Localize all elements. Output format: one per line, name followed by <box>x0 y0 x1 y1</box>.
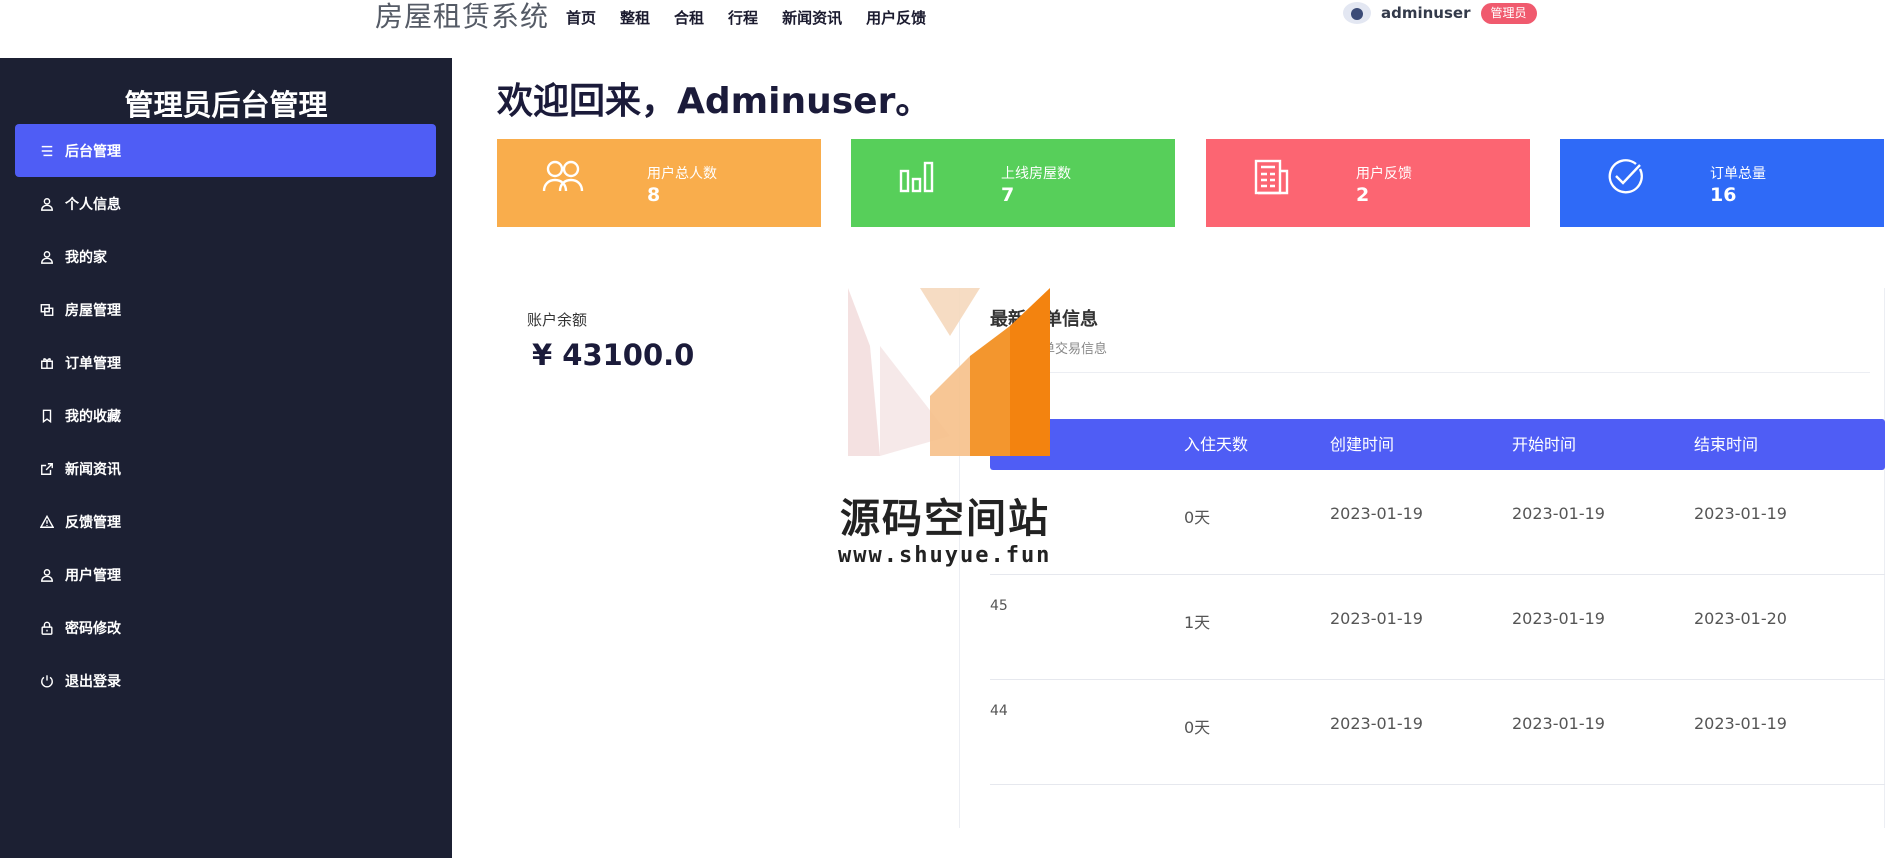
gift-icon <box>39 355 55 371</box>
nav-link-whole-rent[interactable]: 整租 <box>620 8 650 28</box>
sidebar-item-label: 我的家 <box>65 249 107 266</box>
nav-link-home[interactable]: 首页 <box>566 8 596 28</box>
sidebar: 管理员后台管理 后台管理 个人信息 我的家 房屋管理 订单管理 我的收藏 新闻资… <box>0 58 452 858</box>
lock-icon <box>39 620 55 636</box>
orders-table-header: 入住天数 创建时间 开始时间 结束时间 <box>990 419 1885 470</box>
order-created: 2023-01-19 <box>1330 609 1423 628</box>
order-created: 2023-01-19 <box>1330 504 1423 523</box>
order-days: 0天 <box>1184 508 1211 527</box>
sidebar-item-dashboard[interactable]: 后台管理 <box>15 124 436 177</box>
sidebar-item-favorites[interactable]: 我的收藏 <box>15 389 436 442</box>
sidebar-item-label: 退出登录 <box>65 673 121 690</box>
warning-icon <box>39 514 55 530</box>
order-end: 2023-01-19 <box>1694 504 1787 523</box>
sidebar-item-order-management[interactable]: 订单管理 <box>15 336 436 389</box>
site-brand[interactable]: 房屋租赁系统 <box>375 0 549 34</box>
sidebar-item-label: 订单管理 <box>65 355 121 372</box>
table-row[interactable]: 0天 2023-01-19 2023-01-19 2023-01-19 <box>990 470 1885 575</box>
user-menu[interactable]: adminuser 管理员 <box>1343 2 1537 24</box>
username[interactable]: adminuser <box>1381 4 1471 22</box>
order-start: 2023-01-19 <box>1512 609 1605 628</box>
sidebar-menu: 后台管理 个人信息 我的家 房屋管理 订单管理 我的收藏 新闻资讯 反馈管理 用… <box>15 124 436 707</box>
balance-value: ¥ 43100.0 <box>532 338 695 372</box>
order-start: 2023-01-19 <box>1512 504 1605 523</box>
user-icon <box>39 249 55 265</box>
sidebar-item-my-home[interactable]: 我的家 <box>15 230 436 283</box>
sidebar-title: 管理员后台管理 <box>124 88 328 122</box>
stat-value: 7 <box>1001 184 1015 206</box>
column-header-start: 开始时间 <box>1512 435 1577 454</box>
nav-link-news[interactable]: 新闻资讯 <box>782 8 842 28</box>
stat-card-total-users[interactable]: 用户总人数 8 <box>497 139 821 227</box>
latest-orders-panel: 最新订单信息 最新的订单交易信息 入住天数 创建时间 开始时间 结束时间 0天 … <box>959 288 1885 828</box>
nav-link-shared-rent[interactable]: 合租 <box>674 8 704 28</box>
order-id: 45 <box>990 598 1008 614</box>
check-circle-icon <box>1604 157 1648 197</box>
stat-label: 订单总量 <box>1710 166 1766 182</box>
sidebar-item-news[interactable]: 新闻资讯 <box>15 442 436 495</box>
sidebar-item-label: 用户管理 <box>65 567 121 584</box>
balance-label: 账户余额 <box>527 311 588 329</box>
stat-label: 上线房屋数 <box>1001 166 1071 182</box>
stat-value: 16 <box>1710 184 1737 206</box>
role-badge: 管理员 <box>1480 2 1537 24</box>
user-icon <box>39 196 55 212</box>
copy-icon <box>39 302 55 318</box>
stat-card-user-feedback[interactable]: 用户反馈 2 <box>1206 139 1530 227</box>
order-end: 2023-01-19 <box>1694 714 1787 733</box>
sidebar-item-label: 我的收藏 <box>65 408 121 425</box>
divider <box>990 372 1870 373</box>
newspaper-icon <box>1250 157 1294 197</box>
stat-value: 8 <box>647 184 661 206</box>
bar-chart-icon <box>895 157 939 197</box>
stat-value: 2 <box>1356 184 1370 206</box>
sidebar-item-label: 密码修改 <box>65 620 121 637</box>
external-link-icon <box>39 461 55 477</box>
nav-links: 首页 整租 合租 行程 新闻资讯 用户反馈 <box>566 8 950 28</box>
order-days: 0天 <box>1184 718 1211 737</box>
watermark-text: 源码空间站 <box>840 496 1050 542</box>
sidebar-item-label: 新闻资讯 <box>65 461 121 478</box>
sidebar-item-label: 个人信息 <box>65 196 121 213</box>
table-row[interactable]: 44 0天 2023-01-19 2023-01-19 2023-01-19 <box>990 680 1885 785</box>
bookmark-icon <box>39 408 55 424</box>
order-created: 2023-01-19 <box>1330 714 1423 733</box>
stat-card-online-houses[interactable]: 上线房屋数 7 <box>851 139 1175 227</box>
avatar[interactable] <box>1343 2 1371 24</box>
column-header-end: 结束时间 <box>1694 435 1759 454</box>
order-days: 1天 <box>1184 613 1211 632</box>
stat-card-total-orders[interactable]: 订单总量 16 <box>1560 139 1884 227</box>
top-navbar: 房屋租赁系统 首页 整租 合租 行程 新闻资讯 用户反馈 adminuser 管… <box>0 0 1899 58</box>
table-row[interactable]: 45 1天 2023-01-19 2023-01-19 2023-01-20 <box>990 575 1885 680</box>
sidebar-item-house-management[interactable]: 房屋管理 <box>15 283 436 336</box>
stat-label: 用户总人数 <box>647 166 717 182</box>
column-header-created: 创建时间 <box>1330 435 1395 454</box>
sidebar-item-logout[interactable]: 退出登录 <box>15 654 436 707</box>
welcome-heading: 欢迎回来，Adminuser。 <box>497 81 932 122</box>
order-id: 44 <box>990 703 1008 719</box>
stat-label: 用户反馈 <box>1356 166 1412 182</box>
order-start: 2023-01-19 <box>1512 714 1605 733</box>
users-icon <box>541 157 585 197</box>
sidebar-item-profile[interactable]: 个人信息 <box>15 177 436 230</box>
sidebar-item-label: 房屋管理 <box>65 302 121 319</box>
user-icon <box>39 567 55 583</box>
nav-link-itinerary[interactable]: 行程 <box>728 8 758 28</box>
nav-link-feedback[interactable]: 用户反馈 <box>866 8 926 28</box>
sidebar-item-feedback-management[interactable]: 反馈管理 <box>15 495 436 548</box>
power-icon <box>39 673 55 689</box>
watermark-url: www.shuyue.fun <box>838 543 1052 568</box>
sidebar-item-label: 后台管理 <box>65 143 121 160</box>
order-end: 2023-01-20 <box>1694 609 1787 628</box>
menu-lines-icon <box>39 143 55 159</box>
sidebar-item-user-management[interactable]: 用户管理 <box>15 548 436 601</box>
sidebar-item-label: 反馈管理 <box>65 514 121 531</box>
column-header-days: 入住天数 <box>1184 435 1249 454</box>
sidebar-item-change-password[interactable]: 密码修改 <box>15 601 436 654</box>
